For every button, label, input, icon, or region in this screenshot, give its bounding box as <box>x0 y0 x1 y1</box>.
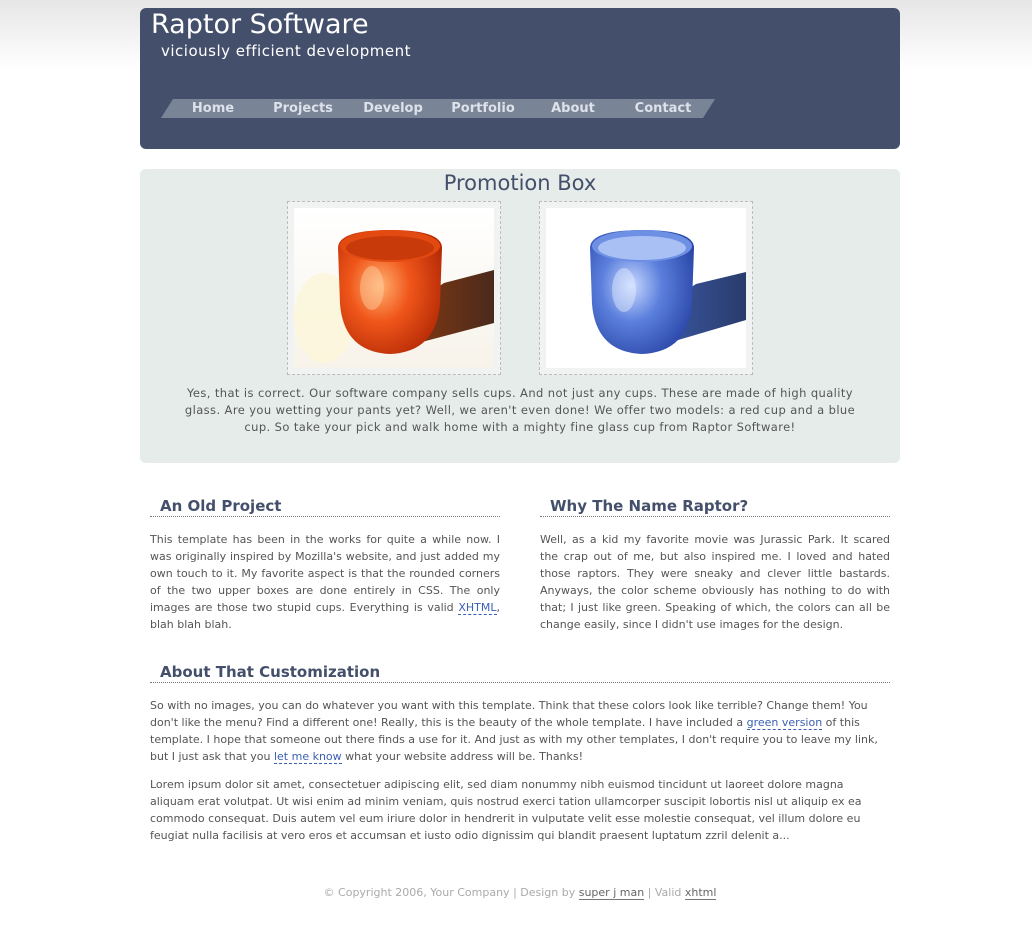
nav-contact[interactable]: Contact <box>611 99 715 118</box>
section-heading-why-raptor: Why The Name Raptor? <box>540 496 890 517</box>
main-nav: Home Projects Develop Portfolio About Co… <box>161 99 715 118</box>
section-heading-old-project: An Old Project <box>150 496 500 517</box>
footer-separator: | Valid <box>644 886 685 899</box>
site-title: Raptor Software <box>151 9 369 40</box>
customization-paragraph-2: Lorem ipsum dolor sit amet, consectetuer… <box>150 778 862 842</box>
promo-description: Yes, that is correct. Our software compa… <box>184 386 856 434</box>
let-me-know-link[interactable]: let me know <box>273 750 342 764</box>
nav-home-label: Home <box>191 101 235 116</box>
nav-develop-label: Develop <box>363 101 423 116</box>
copyright-text: © Copyright 2006, Your Company | Design … <box>323 886 579 899</box>
promo-title: Promotion Box <box>443 171 597 195</box>
site-header: Raptor Software viciously efficient deve… <box>140 8 900 149</box>
green-version-link[interactable]: green version <box>746 716 823 730</box>
nav-projects[interactable]: Projects <box>251 99 355 118</box>
old-project-text: This template has been in the works for … <box>150 533 500 614</box>
nav-contact-label: Contact <box>634 101 692 116</box>
section-heading-customization: About That Customization <box>150 662 890 683</box>
orange-glass-cup-image <box>294 208 494 368</box>
old-project-paragraph: This template has been in the works for … <box>150 531 500 633</box>
orange-cup-frame <box>287 201 501 375</box>
customization-paragraph-1: So with no images, you can do whatever y… <box>150 697 890 765</box>
blue-cup-frame <box>539 201 753 375</box>
nav-portfolio[interactable]: Portfolio <box>431 99 535 118</box>
nav-home[interactable]: Home <box>161 99 265 118</box>
site-tagline: viciously efficient development <box>161 42 411 60</box>
promotion-box: Promotion Box Yes, that is correct. Our … <box>140 169 900 463</box>
nav-about[interactable]: About <box>521 99 625 118</box>
designer-link[interactable]: super j man <box>578 886 645 900</box>
site-footer: © Copyright 2006, Your Company | Design … <box>140 884 900 901</box>
blue-glass-cup-image <box>546 208 746 368</box>
valid-xhtml-link[interactable]: xhtml <box>684 886 717 900</box>
xhtml-link[interactable]: XHTML <box>458 601 497 615</box>
nav-develop[interactable]: Develop <box>341 99 445 118</box>
nav-about-label: About <box>551 101 595 116</box>
why-raptor-paragraph: Well, as a kid my favorite movie was Jur… <box>540 533 890 631</box>
nav-projects-label: Projects <box>273 101 333 116</box>
nav-portfolio-label: Portfolio <box>451 101 515 116</box>
customization-text-c: what your website address will be. Thank… <box>341 750 584 763</box>
